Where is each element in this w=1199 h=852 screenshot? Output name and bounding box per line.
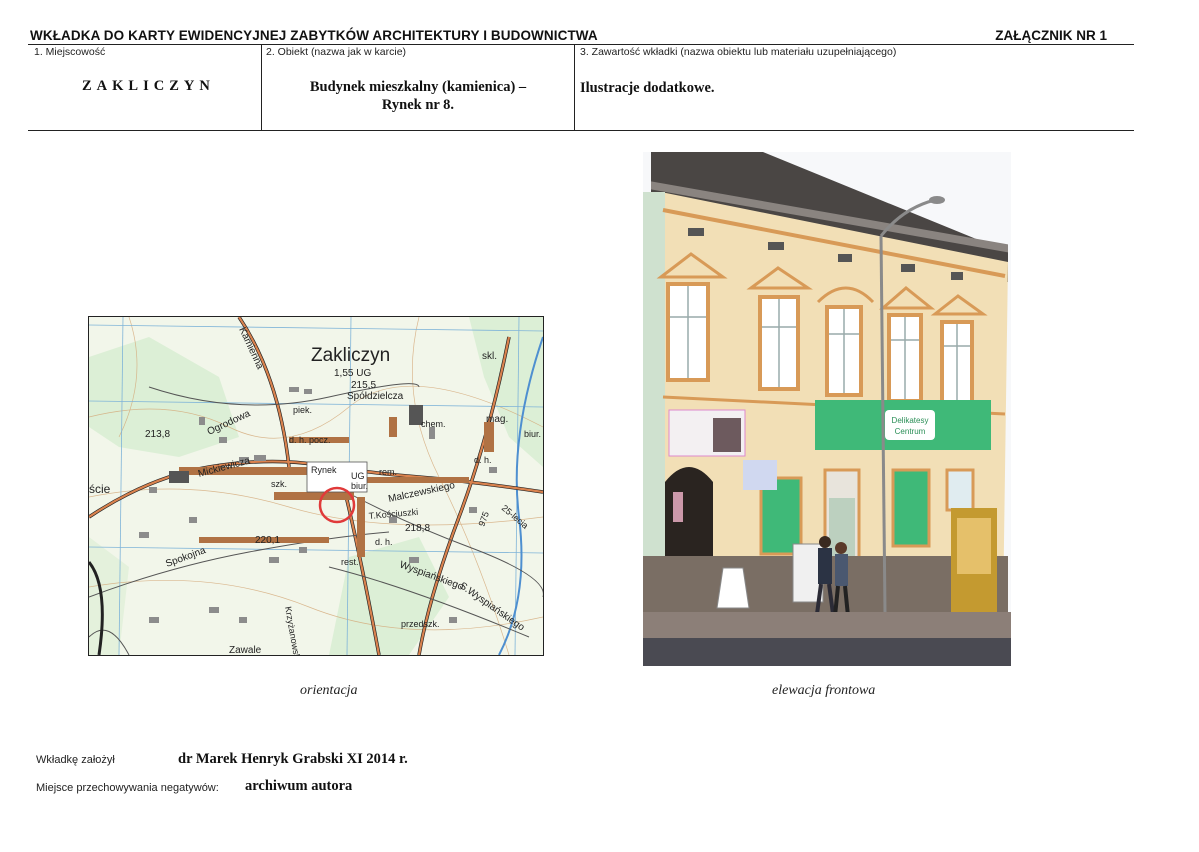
object-value-line1: Budynek mieszkalny (kamienica) –	[309, 79, 527, 95]
map-label: rem.	[379, 467, 397, 477]
map-label: Spółdzielcza	[347, 391, 404, 402]
map-label: przedszk.	[401, 619, 440, 629]
negatives-value: archiwum autora	[245, 778, 353, 794]
negatives-label: Miejsce przechowywania negatywów:	[36, 782, 219, 794]
map-label: mag.	[486, 414, 508, 425]
photo-caption: elewacja frontowa	[772, 683, 876, 698]
object-value-line2: Rynek nr 8.	[381, 97, 455, 113]
map-label: biur.	[351, 481, 368, 491]
map-label: Zawale	[229, 645, 262, 655]
founded-label: Wkładkę założył	[36, 754, 115, 766]
founded-value: dr Marek Henryk Grabski XI 2014 r.	[178, 751, 408, 767]
locality-value: ZAKLICZYN	[82, 78, 215, 94]
map-label: 1,55 UG	[334, 368, 371, 379]
column-divider-2	[574, 44, 575, 131]
map-label: skl.	[482, 351, 497, 362]
content-value: Ilustracje dodatkowe.	[580, 80, 715, 96]
map-label: biur.	[524, 429, 541, 439]
map-label: 220,1	[255, 535, 280, 546]
object-value: Budynek mieszkalny (kamienica) – Rynek n…	[262, 78, 574, 114]
object-label: 2. Obiekt (nazwa jak w karcie)	[266, 46, 407, 58]
front-elevation-photo: Delikatesy Centrum	[643, 152, 1011, 666]
map-label: UG	[351, 471, 365, 481]
map-label: d. h.	[474, 455, 492, 465]
map-label: 215,5	[351, 380, 376, 391]
map-label: d. h.	[375, 537, 393, 547]
orientation-map: Zakliczyn 1,55 UG 215,5 Spółdzielcza skl…	[88, 316, 544, 656]
map-caption: orientacja	[300, 683, 358, 698]
shop-sign-line1: Delikatesy	[892, 416, 929, 425]
header-top-rule	[28, 44, 1134, 45]
locality-label: 1. Miejscowość	[34, 46, 106, 58]
map-label: rest.	[341, 557, 359, 567]
header-bottom-rule	[28, 130, 1134, 131]
map-label: d. h. pocz.	[289, 435, 331, 445]
map-label: szk.	[271, 479, 287, 489]
shop-sign-line2: Centrum	[895, 427, 926, 436]
form-title: WKŁADKA DO KARTY EWIDENCYJNEJ ZABYTKÓW A…	[30, 28, 598, 43]
content-label: 3. Zawartość wkładki (nazwa obiektu lub …	[580, 46, 897, 58]
map-label: 213,8	[145, 429, 170, 440]
map-town-label: Zakliczyn	[311, 345, 390, 366]
map-label: Rynek	[311, 465, 337, 475]
map-label: ście	[89, 482, 111, 496]
map-label: 218,8	[405, 523, 430, 534]
map-label: piek.	[293, 405, 312, 415]
annex-label: ZAŁĄCZNIK NR 1	[995, 28, 1107, 43]
map-label: chem.	[421, 419, 446, 429]
